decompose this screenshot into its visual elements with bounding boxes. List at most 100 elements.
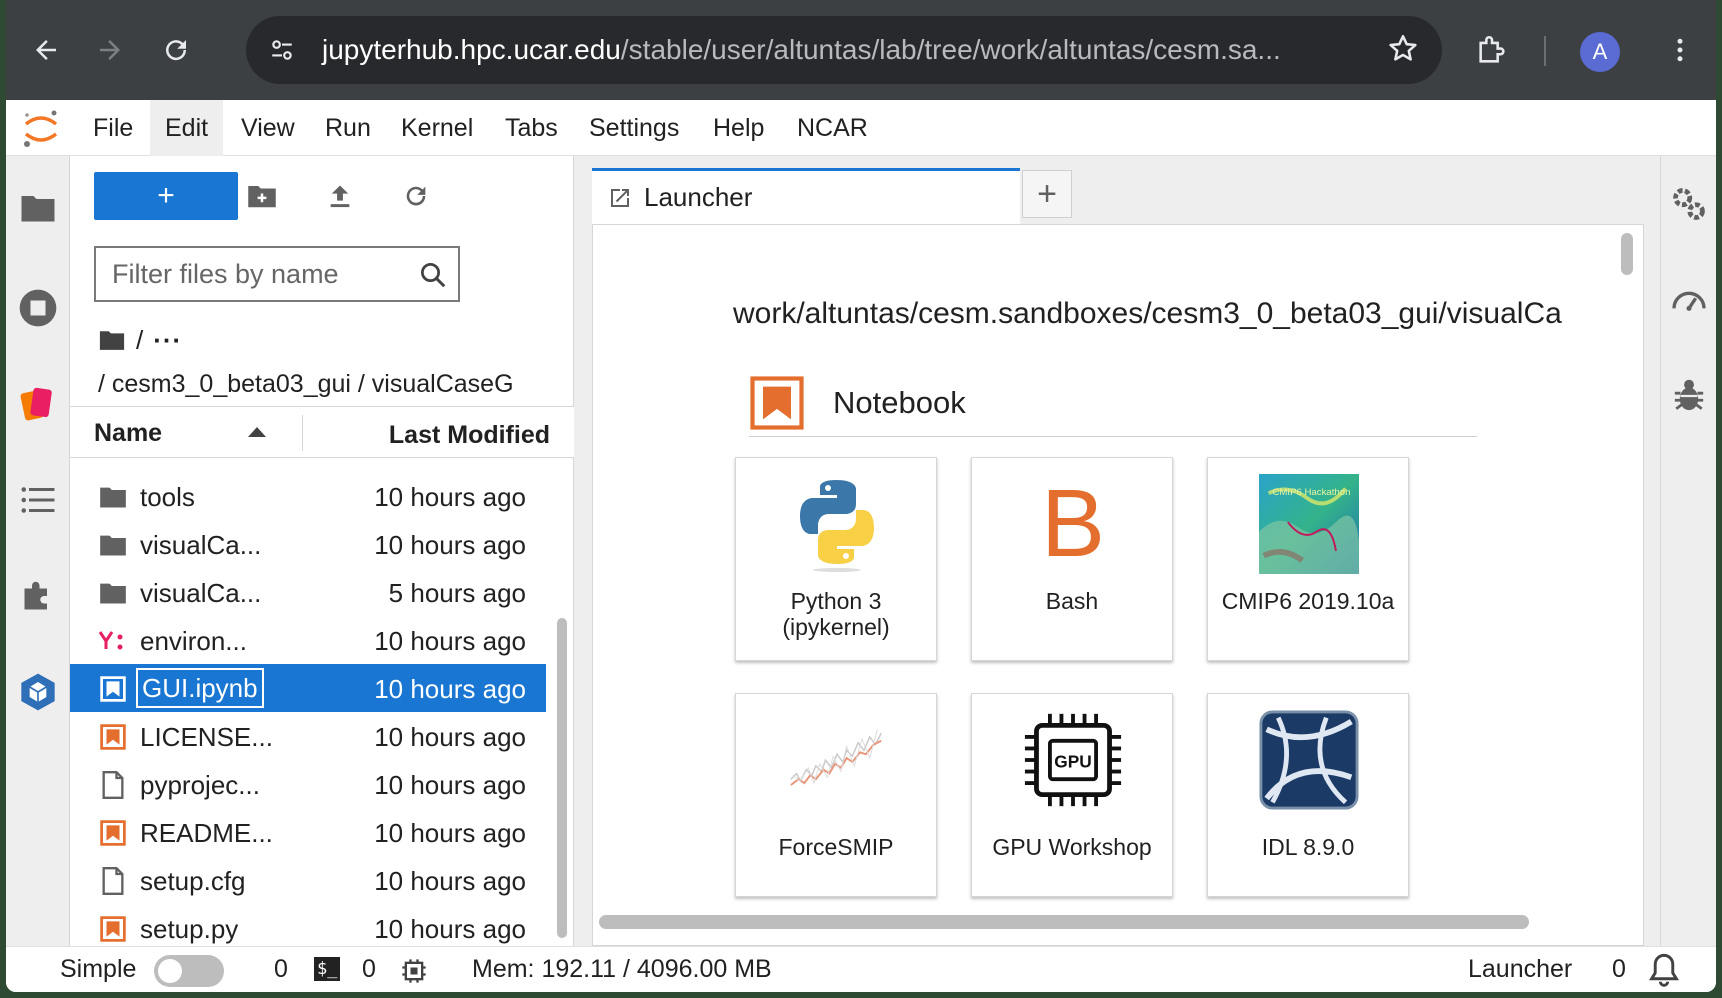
bell-icon[interactable] — [1646, 951, 1682, 992]
file-modified: 10 hours ago — [374, 722, 526, 752]
breadcrumb-path[interactable]: / cesm3_0_beta03_gui / visualCaseG — [98, 370, 568, 399]
refresh-icon — [406, 186, 426, 206]
extension-manager-tab[interactable] — [16, 574, 60, 618]
file-row[interactable]: pyprojec... 10 hours ago — [70, 760, 546, 808]
filter-files-input[interactable] — [112, 258, 402, 290]
kernel-card-cmip6[interactable]: CMIP6 Hackathon CMIP6 2019.10a — [1207, 457, 1409, 661]
arrow-left-icon — [36, 40, 56, 60]
stop-circle-icon — [19, 289, 57, 327]
column-divider[interactable] — [302, 415, 303, 451]
address-bar[interactable]: jupyterhub.hpc.ucar.edu/stable/user/altu… — [246, 16, 1442, 84]
notebook-icon — [98, 914, 128, 944]
extensions-button[interactable] — [1468, 26, 1516, 74]
file-list: tools 10 hours ago visualCa... 10 hours … — [70, 458, 546, 946]
running-sessions-tab[interactable] — [16, 286, 60, 330]
file-row[interactable]: visualCa... 10 hours ago — [70, 520, 546, 568]
menu-help[interactable]: Help — [698, 100, 779, 156]
refresh-button[interactable] — [394, 174, 438, 218]
forcesmip-icon — [787, 710, 887, 810]
dask-extension-tab[interactable] — [16, 670, 60, 714]
yaml-icon — [98, 626, 128, 656]
file-name: environ... — [140, 626, 247, 656]
file-name: pyprojec... — [140, 770, 260, 800]
debugger-tab[interactable] — [1667, 374, 1711, 418]
file-row[interactable]: visualCa... 5 hours ago — [70, 568, 546, 616]
browser-toolbar: jupyterhub.hpc.ucar.edu/stable/user/altu… — [6, 0, 1716, 100]
menu-file[interactable]: File — [78, 100, 148, 156]
kernel-card-label: CMIP6 2019.10a — [1221, 588, 1395, 614]
file-browser-tab[interactable] — [16, 186, 60, 230]
file-row[interactable]: README... 10 hours ago — [70, 808, 546, 856]
launcher-vertical-scrollbar[interactable] — [1613, 225, 1643, 885]
sort-ascending-icon[interactable] — [248, 427, 266, 437]
file-name: LICENSE... — [140, 722, 273, 752]
new-launcher-button[interactable]: + — [94, 172, 238, 220]
property-inspector-tab[interactable] — [1667, 182, 1711, 226]
table-of-contents-tab[interactable] — [16, 478, 60, 522]
kernel-card-bash[interactable]: B Bash — [971, 457, 1173, 661]
file-row[interactable]: setup.py 10 hours ago — [70, 904, 546, 946]
search-icon[interactable] — [418, 260, 448, 295]
browser-menu-button[interactable] — [1656, 26, 1704, 74]
profile-avatar[interactable]: A — [1580, 32, 1620, 72]
file-row[interactable]: tools 10 hours ago — [70, 472, 546, 520]
kernel-card-forcesmip[interactable]: ForceSMIP — [735, 693, 937, 897]
file-row[interactable]: LICENSE... 10 hours ago — [70, 712, 546, 760]
folder-icon — [98, 482, 128, 512]
menu-run[interactable]: Run — [310, 100, 386, 156]
resource-usage-tab[interactable] — [1667, 278, 1711, 322]
browser-window: jupyterhub.hpc.ucar.edu/stable/user/altu… — [6, 0, 1716, 992]
notification-count[interactable]: 0 — [1612, 955, 1626, 984]
file-modified: 10 hours ago — [374, 914, 526, 944]
kernel-card-idl[interactable]: IDL 8.9.0 — [1207, 693, 1409, 897]
scrollbar-thumb[interactable] — [599, 915, 1529, 929]
breadcrumb-ellipsis[interactable]: ··· — [153, 325, 182, 356]
forward-button[interactable] — [86, 26, 134, 74]
file-name-rename[interactable]: GUI.ipynb — [136, 668, 264, 708]
site-info-icon[interactable] — [260, 28, 304, 72]
column-name[interactable]: Name — [94, 419, 162, 448]
kernels-count[interactable]: 0 — [362, 955, 376, 984]
file-name: tools — [140, 482, 195, 512]
terminals-count[interactable]: 0 — [274, 955, 288, 984]
menu-tabs[interactable]: Tabs — [490, 100, 573, 156]
cmip6-map-icon: CMIP6 Hackathon — [1259, 474, 1359, 574]
cpu-chip-icon[interactable] — [400, 957, 428, 992]
kernel-card-label: IDL 8.9.0 — [1261, 834, 1355, 860]
menu-settings[interactable]: Settings — [574, 100, 694, 156]
tab-launcher[interactable]: Launcher — [592, 168, 1020, 224]
python-icon — [787, 474, 887, 574]
file-list-scrollbar[interactable] — [552, 458, 572, 946]
menu-view[interactable]: View — [226, 100, 310, 156]
bookmark-star-icon[interactable] — [1386, 32, 1420, 71]
file-row[interactable]: setup.cfg 10 hours ago — [70, 856, 546, 904]
file-row[interactable]: environ... 10 hours ago — [70, 616, 546, 664]
menu-kernel[interactable]: Kernel — [386, 100, 488, 156]
toggle-knob — [158, 959, 182, 983]
list-icon — [21, 487, 55, 513]
breadcrumb-root[interactable]: / — [136, 325, 143, 356]
puzzle-piece-icon — [24, 581, 47, 610]
terminal-icon[interactable]: $_ — [314, 957, 341, 981]
kernel-card-gpu-workshop[interactable]: GPU GPU Workshop — [971, 693, 1173, 897]
file-row-selected[interactable]: GUI.ipynb 10 hours ago — [70, 664, 546, 712]
home-folder-icon[interactable] — [98, 329, 126, 351]
file-browser-panel: + / ··· / cesm3_0_beta03_gui / visualCas… — [70, 156, 574, 946]
upload-button[interactable] — [318, 174, 362, 218]
git-extension-tab[interactable] — [16, 382, 60, 426]
kernel-card-label: GPU Workshop — [992, 834, 1152, 860]
scrollbar-thumb[interactable] — [1621, 233, 1633, 275]
main-dock-area: Launcher + work/altuntas/cesm.sandboxes/… — [574, 156, 1660, 946]
new-folder-button[interactable] — [240, 174, 284, 218]
simple-mode-toggle[interactable] — [154, 955, 224, 987]
menu-ncar[interactable]: NCAR — [782, 100, 883, 156]
column-last-modified[interactable]: Last Modified — [389, 421, 550, 450]
back-button[interactable] — [22, 26, 70, 74]
menu-edit[interactable]: Edit — [150, 100, 224, 156]
add-tab-button[interactable]: + — [1022, 170, 1072, 218]
url-text[interactable]: jupyterhub.hpc.ucar.edu/stable/user/altu… — [322, 34, 1281, 66]
scrollbar-thumb[interactable] — [557, 618, 567, 938]
launcher-horizontal-scrollbar[interactable] — [593, 905, 1613, 935]
kernel-card-python3[interactable]: Python 3 (ipykernel) — [735, 457, 937, 661]
reload-button[interactable] — [152, 26, 200, 74]
